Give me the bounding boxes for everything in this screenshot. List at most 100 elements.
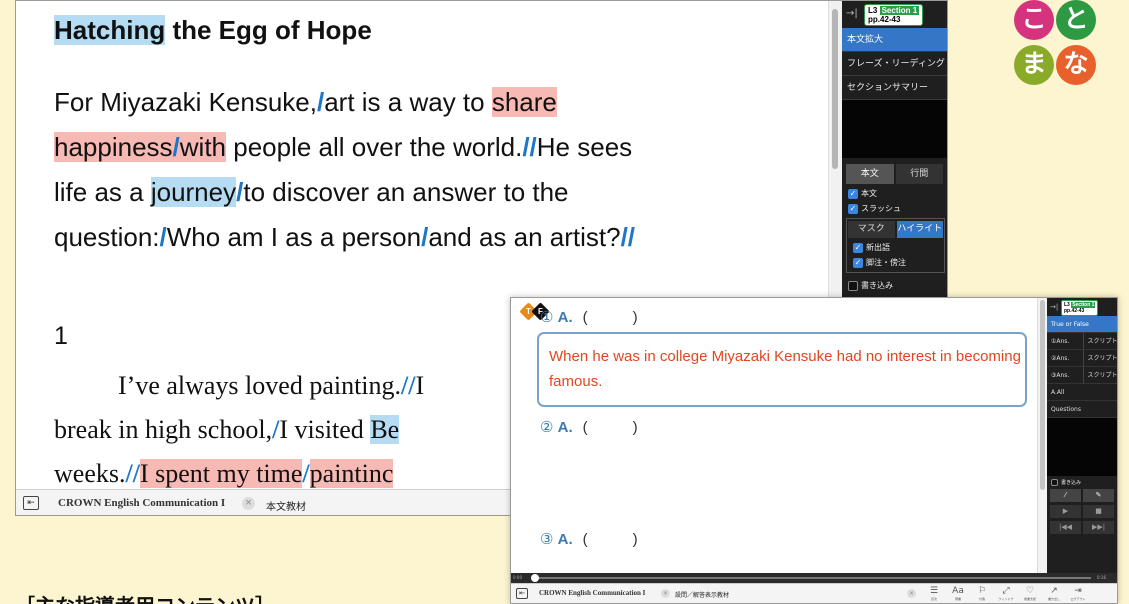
answer-1-button[interactable]: ①Ans. (1047, 333, 1083, 349)
level-label: L3 (868, 6, 878, 15)
panel-header: →| L3 Section 1 pp.42-43 (1047, 298, 1117, 316)
support-button[interactable]: ♡ 授業支援 (1019, 586, 1041, 602)
logo-char-ko: こ (1014, 0, 1054, 40)
pen-icon[interactable]: ✎ (1083, 489, 1114, 502)
tab-main-text[interactable]: 本文教材 (266, 498, 306, 513)
scrollbar-thumb[interactable] (1040, 300, 1045, 490)
checkbox-label: スラッシュ (861, 204, 901, 213)
sidebar-toggle-icon[interactable]: ⇤ (516, 588, 528, 599)
question-2: ② A. ( ) (540, 416, 638, 437)
script-1-button[interactable]: スクリプト (1082, 333, 1117, 349)
stop-icon[interactable]: ■ (1083, 505, 1114, 518)
phrase: to discover an answer to the (243, 177, 569, 207)
phrase: life as a (54, 177, 151, 207)
collapse-arrow-icon[interactable]: →| (1050, 303, 1058, 311)
tab-gyokan[interactable]: 行間 (895, 164, 943, 184)
section-badge: L3 Section 1 pp.42-43 (864, 4, 924, 26)
window-button[interactable]: ⤢ ウィンドウ (995, 586, 1017, 602)
answer-label: A. (557, 419, 573, 436)
section-badge: L3 Section 1 pp.42-43 (1061, 300, 1099, 316)
tab-honbun[interactable]: 本文 (846, 164, 894, 184)
tool-label: 付箋 (978, 597, 985, 601)
quiz-tool-panel: →| L3 Section 1 pp.42-43 True or False ①A… (1047, 298, 1117, 573)
dictionary-icon: Aa (952, 586, 964, 596)
dictionary-button[interactable]: Aa 辞書 (947, 586, 969, 602)
phrase: people all over the world. (226, 132, 523, 162)
book-title[interactable]: CROWN English Communication I (539, 589, 645, 597)
answer-2-button[interactable]: ②Ans. (1047, 350, 1083, 366)
quiz-pane: T F ① A.( ) When he was in college Miyaz… (511, 298, 1037, 573)
eraser-icon[interactable]: ⁄ (1050, 489, 1081, 502)
tool-label: 辞書 (954, 597, 961, 601)
check-icon: ✓ (853, 242, 863, 253)
logo-char-ma: ま (1014, 45, 1054, 85)
answer-row-1: ①Ans. スクリプト (1047, 333, 1117, 350)
menu-text-zoom[interactable]: 本文拡大 (842, 28, 947, 52)
play-icon[interactable]: ▶ (1050, 505, 1081, 518)
collapse-arrow-icon[interactable]: →| (846, 8, 858, 19)
menu-phrase-reading[interactable]: フレーズ・リーディング (842, 52, 947, 76)
answer-blank[interactable]: ( ) (583, 419, 638, 436)
rewind-icon[interactable]: |◀◀ (1050, 521, 1081, 534)
checkbox-label: 本文 (861, 189, 877, 198)
menu-true-or-false[interactable]: True or False (1047, 316, 1117, 333)
answer-3-button[interactable]: ③Ans. (1047, 367, 1083, 383)
menu-section-summary[interactable]: セクションサマリー (842, 76, 947, 100)
heart-icon: ♡ (1025, 586, 1035, 596)
progress-knob[interactable] (531, 574, 539, 582)
tab-quiz[interactable]: 設問／解答表示教材 (675, 590, 729, 599)
checkbox-label: 書き込み (861, 281, 893, 290)
checkbox-footnotes[interactable]: ✓ 脚注・傍注 (853, 257, 944, 268)
book-title[interactable]: CROWN English Communication I (58, 497, 225, 509)
checkbox-annotate[interactable]: 書き込み (1051, 479, 1117, 486)
footnote-highlight: Be (370, 415, 400, 444)
double-slash-mark: // (125, 459, 140, 488)
question-3: ③ A. ( ) (540, 528, 638, 549)
view-tabs: 本文 行間 (842, 164, 947, 184)
unchecked-box-icon (1051, 479, 1058, 486)
mask-highlight-tabs: マスク ハイライト (847, 219, 944, 238)
phrase: For Miyazaki Kensuke, (54, 87, 317, 117)
answer-label: A. (557, 531, 573, 548)
questions-button[interactable]: Questions (1047, 401, 1117, 418)
script-2-button[interactable]: スクリプト (1082, 350, 1117, 366)
pages-label: pp.42-43 (1064, 308, 1085, 314)
text-line-7: weeks.//I spent my time/paintinc (54, 459, 394, 489)
checkbox-honbun[interactable]: ✓ 本文 (848, 188, 947, 199)
export-button[interactable]: ↗ 書き出し (1043, 586, 1065, 602)
checkbox-annotate[interactable]: 書き込み (848, 280, 947, 291)
close-icon[interactable]: × (907, 589, 916, 598)
scrollbar-thumb[interactable] (832, 9, 838, 169)
check-icon: ✓ (853, 257, 863, 268)
forward-icon[interactable]: ▶▶| (1083, 521, 1114, 534)
close-tab-icon[interactable]: × (661, 589, 670, 598)
close-tab-icon[interactable]: × (242, 497, 255, 510)
sidebar-toggle-icon[interactable]: ⇤ (23, 496, 39, 510)
quiz-scrollbar[interactable] (1037, 298, 1047, 573)
tab-mask[interactable]: マスク (848, 221, 895, 238)
checkbox-new-words[interactable]: ✓ 新出語 (853, 242, 944, 253)
tool-label: 目次 (930, 597, 937, 601)
panel-blank-area (842, 100, 947, 158)
unchecked-box-icon (848, 280, 858, 291)
contents-heading: ［主な指導者用コンテンツ］ (15, 590, 275, 604)
phrase: I visited (279, 415, 371, 444)
quiz-window: T F ① A.( ) When he was in college Miyaz… (510, 297, 1118, 604)
answer-row-3: ③Ans. スクリプト (1047, 367, 1117, 384)
answer-blank[interactable]: ( ) (583, 309, 638, 326)
tab-highlight[interactable]: ハイライト (896, 221, 943, 238)
tool-label: ウィンドウ (998, 597, 1014, 601)
bookmark-button[interactable]: ⚐ 付箋 (971, 586, 993, 602)
pages-label: pp.42-43 (868, 15, 901, 24)
toc-button[interactable]: ☰ 目次 (923, 586, 945, 602)
answer-blank[interactable]: ( ) (583, 531, 638, 548)
all-answers-button[interactable]: A.All (1047, 384, 1117, 401)
expand-icon: ⤢ (1002, 586, 1010, 596)
text-line-6: break in high school,/I visited Be (54, 415, 400, 445)
script-3-button[interactable]: スクリプト (1082, 367, 1117, 383)
logout-button[interactable]: ⇥ ログアウト (1067, 586, 1089, 602)
progress-track[interactable] (533, 577, 1091, 579)
phrase: question: (54, 222, 160, 252)
check-icon: ✓ (848, 203, 858, 214)
checkbox-slash[interactable]: ✓ スラッシュ (848, 203, 947, 214)
